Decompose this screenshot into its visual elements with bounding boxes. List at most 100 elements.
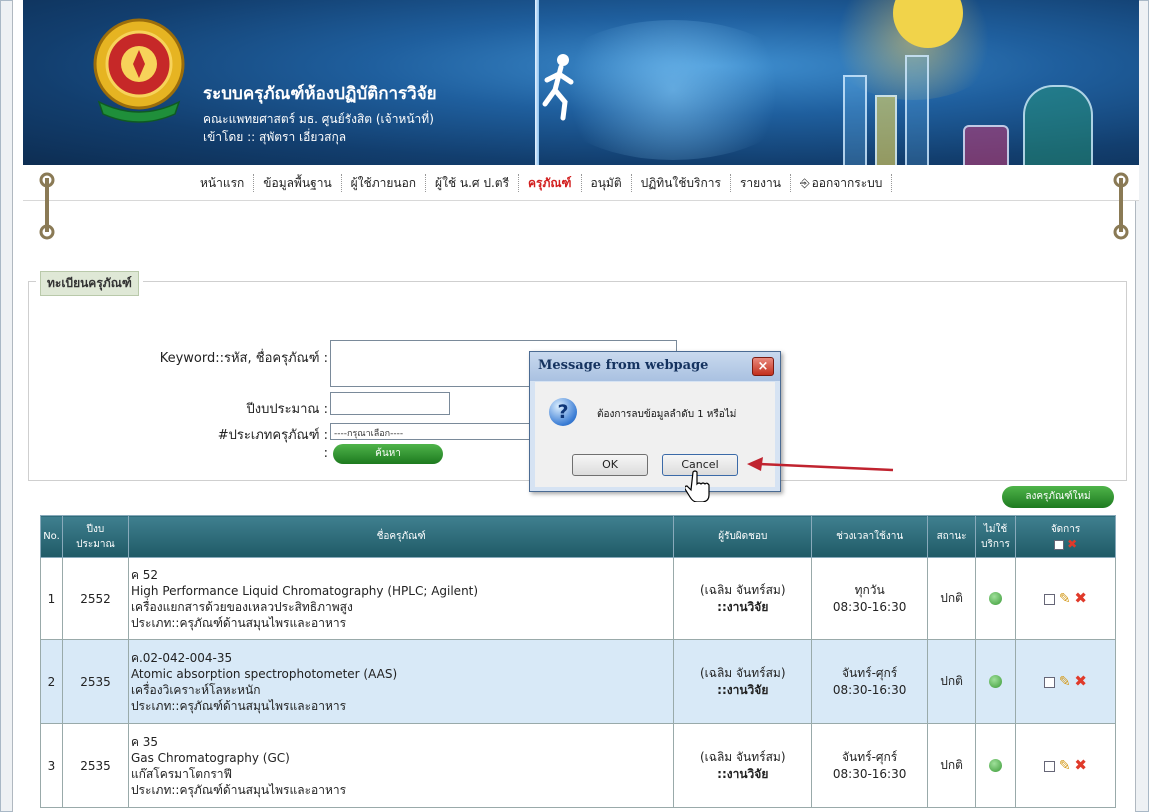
- usage-hours: 08:30-16:30: [832, 766, 907, 781]
- dialog-body: ? ต้องการลบข้อมูลลำดับ 1 หรือไม่ OK Canc…: [535, 382, 775, 487]
- delete-icon[interactable]: ✖: [1074, 589, 1087, 607]
- row-responsible: (เฉลิม จันทร์สม) ::งานวิจัย: [673, 723, 813, 808]
- nav-item-home[interactable]: หน้าแรก: [191, 174, 255, 192]
- row-no: 2: [40, 639, 63, 724]
- header-banner: ระบบครุภัณฑ์ห้องปฏิบัติการวิจัย คณะแพทยศ…: [23, 0, 1139, 165]
- keyword-label: Keyword::รหัส, ชื่อครุภัณฑ์ :: [159, 351, 328, 366]
- test-tube-decoration: [843, 75, 867, 165]
- test-tube-decoration: [875, 95, 897, 165]
- add-equipment-button[interactable]: ลงครุภัณฑ์ใหม่: [1002, 486, 1114, 508]
- col-header-no: No.: [40, 515, 63, 558]
- year-label: ปีงบประมาณ :: [246, 402, 328, 417]
- nav-item-undergrad-users[interactable]: ผู้ใช้ น.ศ ป.ตรี: [426, 174, 520, 192]
- equipment-name-en: Atomic absorption spectrophotometer (AAS…: [130, 666, 398, 681]
- edit-icon[interactable]: ✎: [1059, 758, 1071, 774]
- select-all-checkbox[interactable]: [1053, 540, 1064, 550]
- responsible-unit: ::งานวิจัย: [717, 599, 769, 614]
- col-header-manage: จัดการ ✖: [1015, 515, 1116, 558]
- col-header-time: ช่วงเวลาใช้งาน: [811, 515, 929, 558]
- col-header-service-line1: ไม่ใช้: [983, 523, 1008, 535]
- responsible-person: (เฉลิม จันทร์สม): [699, 582, 786, 597]
- col-header-service: ไม่ใช้บริการ: [975, 515, 1017, 558]
- table-row: 2 2535 ค.02-042-004-35 Atomic absorption…: [40, 639, 1116, 724]
- responsible-unit: ::งานวิจัย: [717, 766, 769, 781]
- logout-icon: ⎆: [799, 176, 810, 190]
- row-time: ทุกวัน 08:30-16:30: [811, 557, 929, 640]
- confirm-dialog: Message from webpage × ? ต้องการลบข้อมูล…: [529, 351, 781, 492]
- edit-icon[interactable]: ✎: [1059, 591, 1071, 607]
- delete-icon[interactable]: ✖: [1074, 756, 1087, 774]
- row-actions: ✎ ✖: [1015, 723, 1116, 808]
- row-no: 3: [40, 723, 63, 808]
- row-name: ค 35 Gas Chromatography (GC) แก๊สโครมาโต…: [127, 723, 675, 808]
- usage-hours: 08:30-16:30: [832, 599, 907, 614]
- nav-item-calendar[interactable]: ปฏิทินใช้บริการ: [632, 174, 731, 192]
- search-colon: :: [323, 446, 328, 461]
- hand-cursor-icon: [685, 470, 710, 502]
- year-input[interactable]: [330, 392, 450, 415]
- row-responsible: (เฉลิม จันทร์สม) ::งานวิจัย: [673, 639, 813, 724]
- row-time: จันทร์-ศุกร์ 08:30-16:30: [811, 723, 929, 808]
- usage-hours: 08:30-16:30: [832, 682, 907, 697]
- delete-icon[interactable]: ✖: [1074, 672, 1087, 690]
- row-checkbox[interactable]: [1044, 676, 1056, 688]
- check-circle-icon[interactable]: [989, 675, 1003, 688]
- nav-item-logout[interactable]: ⎆ ออกจากระบบ: [791, 174, 893, 192]
- equipment-name-th: เครื่องวิเคราะห์โลหะหนัก: [130, 682, 261, 697]
- col-header-year: ปีงบ ประมาณ: [61, 515, 129, 558]
- login-user: เข้าโดย :: สุพัตรา เอี่ยวสกุล: [203, 130, 347, 144]
- section-title-label: ทะเบียนครุภัณฑ์: [40, 271, 139, 296]
- col-header-name: ชื่อครุภัณฑ์: [127, 515, 675, 558]
- main-nav: หน้าแรก ข้อมูลพื้นฐาน ผู้ใช้ภายนอก ผู้ใช…: [23, 165, 1139, 201]
- row-no: 1: [40, 557, 63, 640]
- equipment-name-en: High Performance Liquid Chromatography (…: [130, 583, 479, 598]
- type-label: #ประเภทครุภัณฑ์ :: [217, 428, 328, 443]
- usage-days: จันทร์-ศุกร์: [842, 749, 898, 764]
- system-title: ระบบครุภัณฑ์ห้องปฏิบัติการวิจัย: [203, 84, 437, 104]
- flask-decoration: [1023, 85, 1093, 165]
- row-service: [975, 723, 1017, 808]
- nav-menu: หน้าแรก ข้อมูลพื้นฐาน ผู้ใช้ภายนอก ผู้ใช…: [191, 174, 893, 192]
- dialog-title: Message from webpage: [530, 352, 780, 381]
- ring-hook-right-icon: [1113, 172, 1129, 240]
- row-checkbox[interactable]: [1044, 593, 1056, 605]
- row-time: จันทร์-ศุกร์ 08:30-16:30: [811, 639, 929, 724]
- responsible-person: (เฉลิม จันทร์สม): [699, 749, 786, 764]
- responsible-person: (เฉลิม จันทร์สม): [699, 665, 786, 680]
- banner-glow: [543, 20, 803, 160]
- equipment-table: No. ปีงบ ประมาณ ชื่อครุภัณฑ์ ผู้รับผิดชอบ…: [40, 515, 1116, 808]
- runner-figure-icon: [542, 54, 574, 121]
- check-circle-icon[interactable]: [989, 759, 1003, 772]
- row-responsible: (เฉลิม จันทร์สม) ::งานวิจัย: [673, 557, 813, 640]
- table-row: 1 2552 ค 52 High Performance Liquid Chro…: [40, 557, 1116, 640]
- nav-item-external-users[interactable]: ผู้ใช้ภายนอก: [342, 174, 427, 192]
- usage-days: ทุกวัน: [854, 582, 885, 597]
- annotation-arrow-icon: [747, 457, 894, 472]
- check-circle-icon[interactable]: [989, 592, 1003, 605]
- type-select[interactable]: ----กรุณาเลือก----: [330, 423, 535, 440]
- dialog-close-button[interactable]: ×: [752, 357, 774, 376]
- row-service: [975, 557, 1017, 640]
- row-status: ปกติ: [927, 639, 977, 724]
- nav-item-report[interactable]: รายงาน: [731, 174, 791, 192]
- table-header-row: No. ปีงบ ประมาณ ชื่อครุภัณฑ์ ผู้รับผิดชอบ…: [40, 515, 1116, 558]
- search-button[interactable]: ค้นหา: [333, 444, 443, 464]
- section-title: ทะเบียนครุภัณฑ์: [36, 271, 143, 296]
- delete-all-icon[interactable]: ✖: [1067, 537, 1077, 551]
- row-status: ปกติ: [927, 723, 977, 808]
- row-service: [975, 639, 1017, 724]
- nav-item-equipment[interactable]: ครุภัณฑ์: [519, 174, 582, 192]
- nav-item-approve[interactable]: อนุมัติ: [582, 174, 632, 192]
- col-header-year-line2: ประมาณ: [76, 538, 115, 550]
- row-status: ปกติ: [927, 557, 977, 640]
- row-checkbox[interactable]: [1044, 760, 1056, 772]
- edit-icon[interactable]: ✎: [1059, 674, 1071, 690]
- col-header-service-line2: บริการ: [981, 538, 1010, 550]
- nav-item-basic-data[interactable]: ข้อมูลพื้นฐาน: [254, 174, 342, 192]
- ok-button[interactable]: OK: [572, 454, 648, 476]
- dialog-message: ต้องการลบข้อมูลลำดับ 1 หรือไม่: [597, 409, 737, 420]
- col-header-responsible: ผู้รับผิดชอบ: [673, 515, 813, 558]
- row-year: 2535: [61, 639, 129, 724]
- row-actions: ✎ ✖: [1015, 639, 1116, 724]
- row-actions: ✎ ✖: [1015, 557, 1116, 640]
